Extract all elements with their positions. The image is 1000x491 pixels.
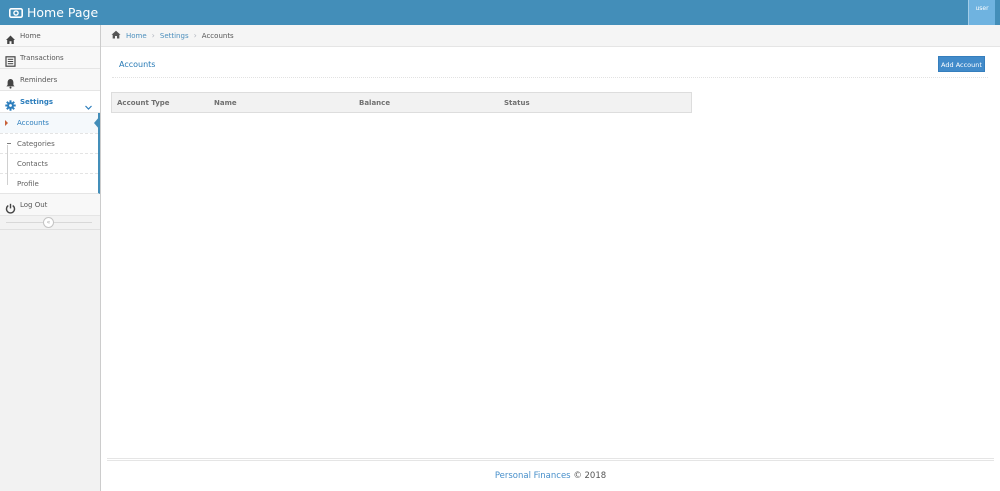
- list-icon: [5, 52, 16, 67]
- breadcrumb: Home › Settings › Accounts: [101, 25, 1000, 47]
- submenu-item-label: Contacts: [17, 159, 48, 168]
- sidebar-item-label: Transactions: [20, 53, 64, 62]
- submenu-item-label: Profile: [17, 179, 39, 188]
- footer: Personal Finances © 2018: [107, 458, 994, 491]
- power-icon: [5, 199, 16, 214]
- submenu-item-profile[interactable]: Profile: [0, 165, 98, 193]
- gear-icon: [5, 96, 16, 111]
- column-header-status[interactable]: Status: [499, 93, 691, 112]
- brand-link[interactable]: Home Page: [9, 2, 98, 23]
- column-header-balance[interactable]: Balance: [354, 93, 499, 112]
- submenu-item-accounts[interactable]: Accounts: [0, 113, 100, 133]
- user-menu-button[interactable]: user: [968, 0, 995, 25]
- home-icon: [5, 30, 16, 44]
- breadcrumb-settings-link[interactable]: Settings: [160, 32, 189, 40]
- breadcrumb-separator: ›: [193, 31, 197, 40]
- sidebar-item-label: Log Out: [20, 200, 48, 209]
- settings-submenu: Accounts Categories Contacts Profile: [0, 113, 100, 194]
- submenu-item-label: Categories: [17, 139, 55, 148]
- sidebar-item-label: Home: [20, 31, 41, 40]
- page-title: Accounts: [119, 60, 156, 69]
- collapse-sidebar-button[interactable]: «: [43, 217, 54, 228]
- submenu-item-contacts[interactable]: Contacts: [0, 145, 98, 173]
- sidebar-item-logout[interactable]: Log Out: [0, 194, 100, 216]
- money-icon: [9, 7, 23, 18]
- dash-icon: [7, 143, 11, 144]
- sidebar: Home Transactions Reminders Settings Acc…: [0, 25, 101, 491]
- sidebar-item-settings[interactable]: Settings: [0, 91, 100, 113]
- sidebar-item-label: Reminders: [20, 75, 58, 84]
- submenu-item-label: Accounts: [17, 119, 49, 127]
- sidebar-item-label: Settings: [20, 97, 54, 106]
- accounts-table-header: Account Type Name Balance Status: [111, 92, 692, 113]
- column-header-name[interactable]: Name: [209, 93, 354, 112]
- home-icon: [111, 30, 121, 41]
- tree-line: [7, 145, 8, 165]
- sidebar-item-reminders[interactable]: Reminders: [0, 69, 100, 91]
- column-header-account-type[interactable]: Account Type: [112, 93, 209, 112]
- submenu-item-categories[interactable]: Categories: [0, 133, 98, 153]
- app-title: Home Page: [27, 5, 99, 20]
- breadcrumb-home-link[interactable]: Home: [126, 32, 147, 40]
- footer-brand: Personal Finances: [494, 471, 571, 481]
- active-pointer: [94, 116, 100, 130]
- sidebar-collapse-row: «: [0, 216, 100, 230]
- tree-line: [7, 165, 8, 185]
- caret-right-icon: [5, 120, 8, 126]
- chevron-down-icon: [84, 97, 93, 110]
- add-account-button[interactable]: Add Account: [938, 56, 985, 72]
- page-header: Accounts Add Account: [112, 56, 988, 78]
- breadcrumb-current: Accounts: [201, 31, 234, 40]
- bell-icon: [5, 74, 16, 89]
- top-navbar: Home Page user: [0, 0, 1000, 25]
- sidebar-item-home[interactable]: Home: [0, 25, 100, 47]
- breadcrumb-separator: ›: [151, 31, 155, 40]
- sidebar-item-transactions[interactable]: Transactions: [0, 47, 100, 69]
- footer-copyright: © 2018: [570, 471, 607, 481]
